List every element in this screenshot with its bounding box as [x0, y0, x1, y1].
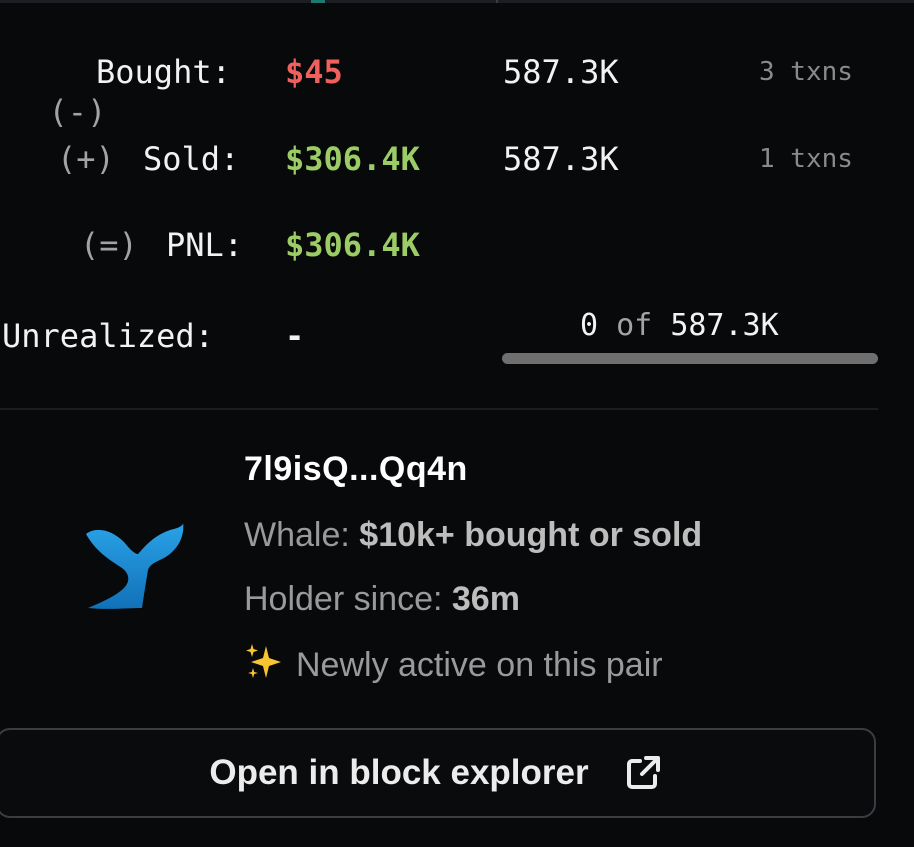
holder-since: Holder since: 36m — [244, 580, 520, 619]
open-block-explorer-label: Open in block explorer — [209, 753, 589, 792]
holder-value: 36m — [451, 580, 520, 618]
sold-label: Sold: — [143, 140, 240, 178]
whale-value: $10k+ bought or sold — [359, 516, 703, 554]
holding-readout: 0 of 587.3K — [580, 306, 779, 346]
open-block-explorer-button[interactable]: Open in block explorer — [0, 728, 876, 818]
unrealized-label: Unrealized: — [2, 317, 214, 355]
bought-row: (-) — [10, 52, 107, 132]
holding-progress-bar — [502, 353, 878, 364]
holding-total: 587.3K — [670, 308, 779, 343]
holder-label: Holder since: — [244, 580, 443, 618]
bought-txns: 3 txns — [759, 57, 853, 87]
sparkles-icon — [246, 644, 281, 678]
section-divider — [0, 408, 878, 410]
pnl-usd: $306.4K — [285, 226, 420, 264]
external-link-icon — [626, 756, 660, 789]
sold-amount: 587.3K — [503, 140, 619, 178]
bought-label: Bought: — [96, 53, 231, 91]
top-border — [0, 0, 914, 3]
holding-current: 0 — [580, 308, 599, 343]
whale-status: Whale: $10k+ bought or sold — [244, 516, 702, 555]
pnl-label: PNL: — [166, 226, 244, 264]
top-border-mark — [496, 0, 498, 3]
unrealized-value: - — [285, 317, 305, 355]
sold-usd: $306.4K — [285, 140, 420, 178]
sold-txns: 1 txns — [759, 144, 853, 174]
pnl-sign: (=) — [80, 226, 138, 264]
bought-sign: (-) — [48, 93, 107, 131]
sold-sign: (+) — [57, 140, 115, 178]
top-border-accent — [311, 0, 325, 3]
bought-usd: $45 — [285, 53, 343, 91]
activity-text: Newly active on this pair — [296, 646, 663, 684]
holding-of: of — [616, 308, 653, 343]
activity-line: Newly active on this pair — [244, 642, 663, 685]
whale-icon — [86, 522, 184, 609]
wallet-address: 7l9isQ...Qq4n — [244, 450, 468, 488]
whale-label: Whale: — [244, 516, 350, 554]
bought-amount: 587.3K — [503, 53, 619, 91]
